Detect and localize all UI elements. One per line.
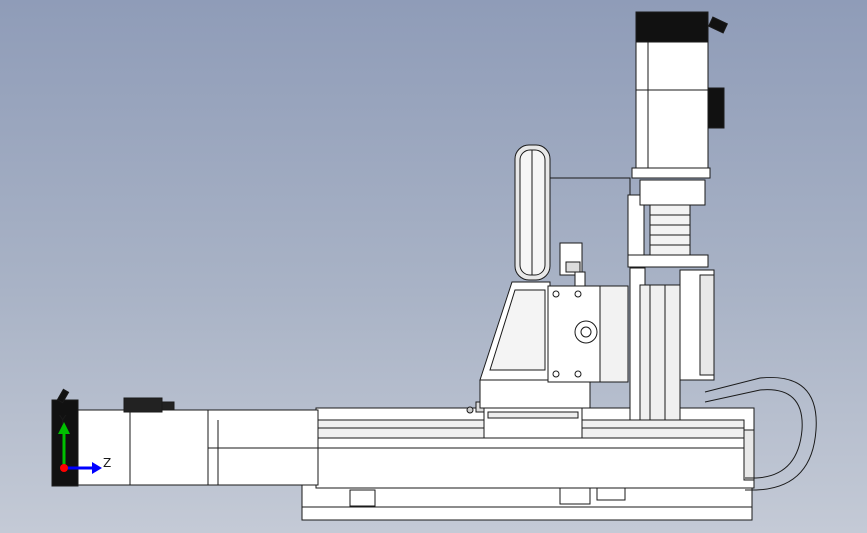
base-plate (301, 483, 753, 521)
cad-model-drawing[interactable] (0, 0, 867, 533)
z-axis-label: Z (103, 456, 112, 470)
screw (466, 406, 474, 414)
pulley-wheel (514, 144, 551, 281)
clamp-block (559, 242, 586, 287)
cad-viewport[interactable]: Y Z (0, 0, 867, 533)
gearbox-block (547, 285, 629, 383)
vertical-motor (631, 11, 729, 179)
x-axis-dot (60, 464, 68, 472)
shaft-coupler (639, 179, 706, 256)
y-axis-label: Y (59, 413, 67, 427)
